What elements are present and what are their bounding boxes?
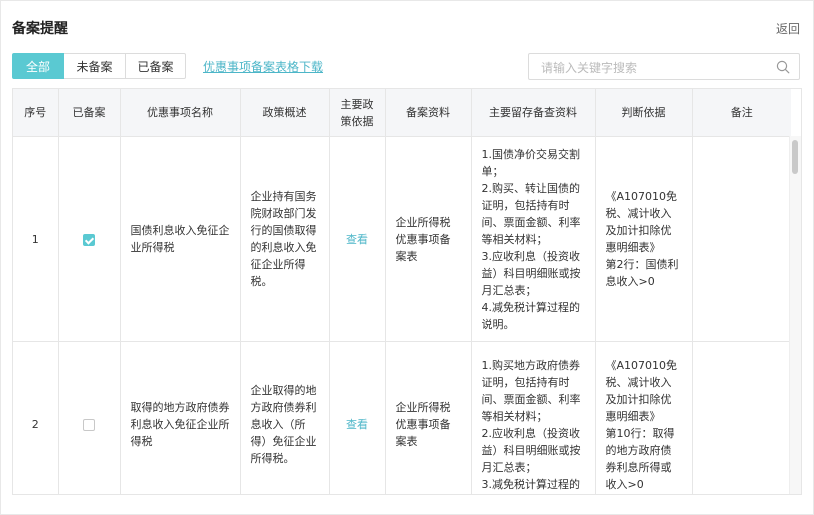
col-header-item-name: 优惠事项名称	[120, 89, 241, 137]
retained-material-item: 4.减免税计算过程的说明。	[481, 300, 581, 331]
judgment-line: 第10行：取得的地方政府债券利息所得或收入>0	[605, 426, 675, 491]
download-forms-link[interactable]: 优惠事项备案表格下载	[203, 58, 323, 75]
policy-summary: 企业取得的地方政府债券利息收入（所得）免征企业所得税。	[240, 341, 330, 494]
table-row: 1 国债利息收入免征企业所得税 企业持有国务院财政部门发行的国债取得的利息收入免…	[13, 136, 791, 342]
filter-tabs: 全部 未备案 已备案	[12, 53, 186, 79]
toolbar: 全部 未备案 已备案 优惠事项备案表格下载	[12, 53, 800, 81]
table-row: 2 取得的地方政府债券利息收入免征企业所得税 企业取得的地方政府债券利息收入（所…	[13, 341, 791, 494]
judgment-line: 《A107010免税、减计收入及加计扣除优惠明细表》	[605, 190, 678, 254]
filing-reminder-panel: 备案提醒 返回 全部 未备案 已备案 优惠事项备案表格下载 序号 已备案	[0, 0, 814, 515]
page-title: 备案提醒	[12, 21, 68, 37]
col-header-retained-materials: 主要留存备查资料	[471, 89, 596, 137]
item-name: 国债利息收入免征企业所得税	[120, 136, 241, 342]
row-index: 2	[13, 341, 59, 494]
preferential-items-table: 序号 已备案 优惠事项名称 政策概述 主要政策依据 备案资料 主要留存备查资料 …	[12, 88, 802, 495]
row-index: 1	[13, 136, 59, 342]
retained-material-item: 2.购买、转让国债的证明，包括持有时间、票面金额、利率等相关材料；	[481, 181, 581, 246]
view-policy-link[interactable]: 查看	[346, 418, 368, 431]
col-header-remark: 备注	[692, 89, 791, 137]
retained-material-item: 1.购买地方政府债券证明，包括持有时间、票面金额、利率等相关材料；	[481, 358, 581, 423]
scrollbar-thumb[interactable]	[792, 140, 798, 174]
retained-material-item: 2.应收利息（投资收益）科目明细账或按月汇总表；	[481, 426, 581, 474]
retained-material-item: 1.国债净价交易交割单；	[481, 147, 581, 178]
filed-checkbox[interactable]	[83, 233, 95, 246]
retained-material-item: 3.减免税计算过程的	[481, 477, 581, 491]
tab-all[interactable]: 全部	[12, 53, 64, 79]
table-header-row: 序号 已备案 优惠事项名称 政策概述 主要政策依据 备案资料 主要留存备查资料 …	[13, 89, 791, 137]
remark	[692, 341, 791, 494]
page-header: 备案提醒 返回	[12, 17, 800, 39]
col-header-filing-materials: 备案资料	[385, 89, 472, 137]
back-link[interactable]: 返回	[776, 20, 800, 37]
judgment-line: 《A107010免税、减计收入及加计扣除优惠明细表》	[605, 358, 678, 423]
col-header-policy-basis: 主要政策依据	[329, 89, 386, 137]
retained-materials: 1.国债净价交易交割单； 2.购买、转让国债的证明，包括持有时间、票面金额、利率…	[471, 136, 596, 342]
col-header-filed: 已备案	[58, 89, 121, 137]
judgment-line: 第2行：国债利息收入>0	[605, 258, 679, 288]
retained-materials: 1.购买地方政府债券证明，包括持有时间、票面金额、利率等相关材料； 2.应收利息…	[471, 341, 596, 494]
judgment-basis: 《A107010免税、减计收入及加计扣除优惠明细表》 第2行：国债利息收入>0	[595, 136, 693, 342]
filed-checkbox[interactable]	[83, 419, 95, 431]
remark	[692, 136, 791, 342]
filing-materials: 企业所得税优惠事项备案表	[385, 341, 472, 494]
col-header-judgment: 判断依据	[595, 89, 693, 137]
tab-unfiled[interactable]: 未备案	[64, 53, 126, 79]
judgment-basis: 《A107010免税、减计收入及加计扣除优惠明细表》 第10行：取得的地方政府债…	[595, 341, 693, 494]
view-policy-link[interactable]: 查看	[346, 233, 368, 246]
col-header-policy-summary: 政策概述	[240, 89, 330, 137]
search-icon[interactable]	[776, 60, 790, 74]
search-box	[528, 53, 800, 80]
retained-material-item: 3.应收利息（投资收益）科目明细账或按月汇总表；	[481, 249, 581, 297]
search-input[interactable]	[539, 59, 773, 77]
filing-materials: 企业所得税优惠事项备案表	[385, 136, 472, 342]
table-scrollbar[interactable]	[789, 136, 801, 494]
tab-filed[interactable]: 已备案	[126, 53, 186, 79]
policy-summary: 企业持有国务院财政部门发行的国债取得的利息收入免征企业所得税。	[240, 136, 330, 342]
col-header-index: 序号	[13, 89, 59, 137]
item-name: 取得的地方政府债券利息收入免征企业所得税	[120, 341, 241, 494]
